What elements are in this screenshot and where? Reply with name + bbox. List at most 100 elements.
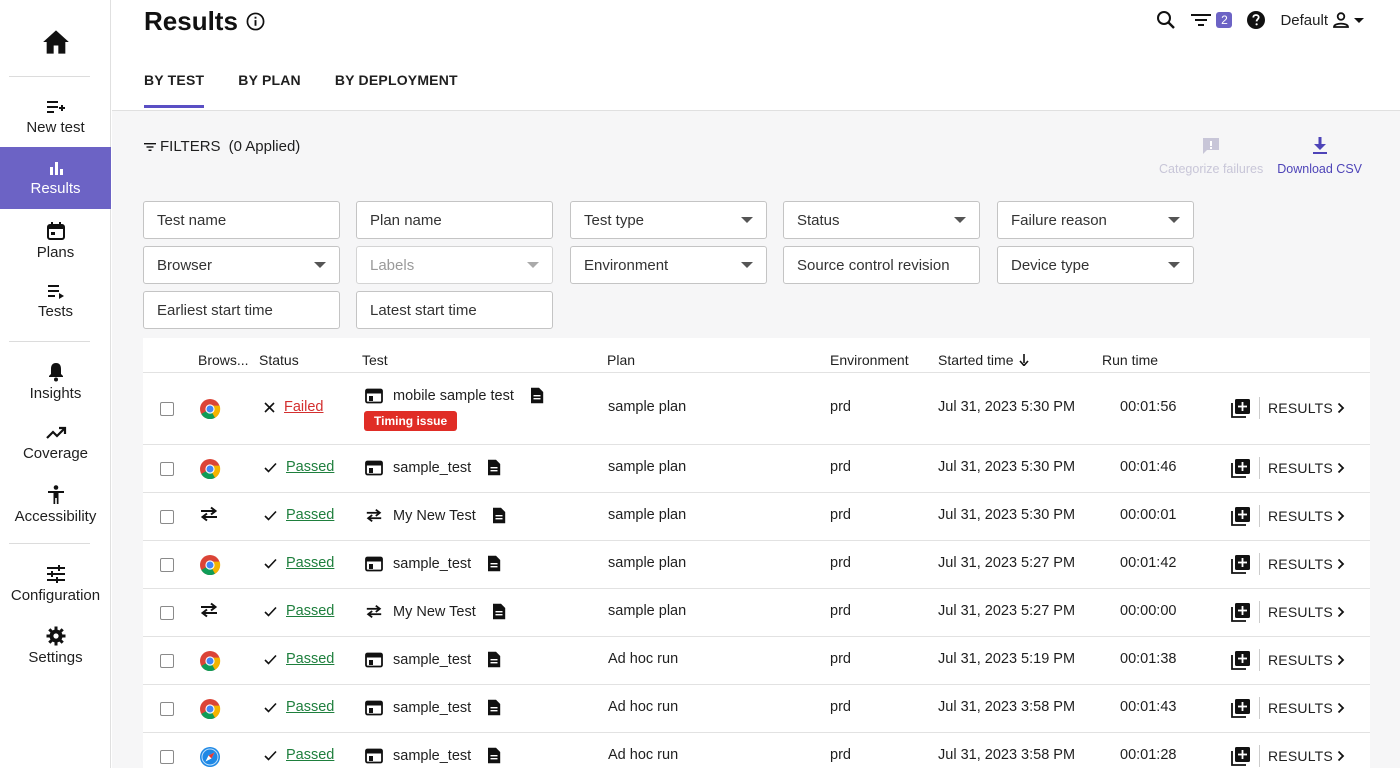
column-header-status[interactable]: Status <box>259 352 299 368</box>
status-link[interactable]: Passed <box>286 603 334 619</box>
sidebar-item-coverage[interactable]: Coverage <box>0 412 111 474</box>
table-row[interactable]: Failed mobile sample test Timing issue samp… <box>143 372 1370 444</box>
row-checkbox[interactable] <box>160 462 174 476</box>
row-checkbox[interactable] <box>160 558 174 572</box>
document-icon[interactable] <box>487 747 501 764</box>
table-row[interactable]: Passed sample_test Ad hoc run prd Jul 31, 20… <box>143 732 1370 768</box>
status-select[interactable]: Status <box>783 201 980 239</box>
test-name[interactable]: My New Test <box>393 508 476 524</box>
plan-cell[interactable]: sample plan <box>608 555 686 571</box>
sidebar-item-new-test[interactable]: New test <box>0 86 111 148</box>
add-box-icon[interactable] <box>1231 602 1251 622</box>
row-checkbox[interactable] <box>160 402 174 416</box>
device-type-select[interactable]: Device type <box>997 246 1194 284</box>
status-link[interactable]: Failed <box>284 399 324 415</box>
row-checkbox[interactable] <box>160 606 174 620</box>
add-box-icon[interactable] <box>1231 506 1251 526</box>
column-header-browser[interactable]: Brows... <box>198 352 249 368</box>
column-header-environment[interactable]: Environment <box>830 352 909 368</box>
tab-by-test[interactable]: BY TEST <box>144 72 205 108</box>
table-row[interactable]: Passed sample_test Ad hoc run prd Jul 31, 20… <box>143 684 1370 732</box>
plan-cell[interactable]: Ad hoc run <box>608 651 678 667</box>
results-button[interactable]: RESULTS <box>1268 400 1345 416</box>
add-box-icon[interactable] <box>1231 398 1251 418</box>
table-row[interactable]: Passed sample_test Ad hoc run prd Jul 31, 20… <box>143 636 1370 684</box>
sidebar-item-accessibility[interactable]: Accessibility <box>0 473 111 535</box>
home-button[interactable] <box>0 22 111 62</box>
browser-select[interactable]: Browser <box>143 246 340 284</box>
info-icon[interactable] <box>246 12 265 31</box>
row-checkbox[interactable] <box>160 702 174 716</box>
search-icon[interactable] <box>1156 10 1176 30</box>
test-type-select[interactable]: Test type <box>570 201 767 239</box>
document-icon[interactable] <box>492 603 506 620</box>
status-link[interactable]: Passed <box>286 699 334 715</box>
add-box-icon[interactable] <box>1231 698 1251 718</box>
environment-select[interactable]: Environment <box>570 246 767 284</box>
table-row[interactable]: Passed My New Test sample plan prd Jul 31, 2… <box>143 492 1370 540</box>
row-checkbox[interactable] <box>160 510 174 524</box>
tab-by-deployment[interactable]: BY DEPLOYMENT <box>335 72 458 108</box>
test-name[interactable]: sample_test <box>393 700 471 716</box>
document-icon[interactable] <box>530 387 544 404</box>
plan-name-input[interactable]: Plan name <box>356 201 553 239</box>
test-name[interactable]: sample_test <box>393 460 471 476</box>
sidebar-item-tests[interactable]: Tests <box>0 270 111 332</box>
table-row[interactable]: Passed sample_test sample plan prd Jul 31, 2… <box>143 444 1370 492</box>
document-icon[interactable] <box>487 651 501 668</box>
status-link[interactable]: Passed <box>286 747 334 763</box>
test-name[interactable]: sample_test <box>393 556 471 572</box>
column-header-test[interactable]: Test <box>362 352 388 368</box>
status-link[interactable]: Passed <box>286 651 334 667</box>
table-row[interactable]: Passed My New Test sample plan prd Jul 31, 2… <box>143 588 1370 636</box>
column-header-plan[interactable]: Plan <box>607 352 635 368</box>
sidebar-item-plans[interactable]: Plans <box>0 209 111 271</box>
document-icon[interactable] <box>492 507 506 524</box>
test-name[interactable]: sample_test <box>393 748 471 764</box>
document-icon[interactable] <box>487 555 501 572</box>
status-link[interactable]: Passed <box>286 459 334 475</box>
results-button[interactable]: RESULTS <box>1268 556 1345 572</box>
plan-cell[interactable]: sample plan <box>608 459 686 475</box>
row-checkbox[interactable] <box>160 654 174 668</box>
test-name[interactable]: sample_test <box>393 652 471 668</box>
sidebar-item-insights[interactable]: Insights <box>0 350 111 412</box>
help-icon[interactable] <box>1246 10 1266 30</box>
document-icon[interactable] <box>487 699 501 716</box>
sidebar-item-settings[interactable]: Settings <box>0 614 111 676</box>
results-button[interactable]: RESULTS <box>1268 508 1345 524</box>
earliest-start-input[interactable]: Earliest start time <box>143 291 340 329</box>
labels-select[interactable]: Labels <box>356 246 553 284</box>
status-link[interactable]: Passed <box>286 507 334 523</box>
results-button[interactable]: RESULTS <box>1268 748 1345 764</box>
column-header-runtime[interactable]: Run time <box>1102 352 1158 368</box>
results-button[interactable]: RESULTS <box>1268 460 1345 476</box>
row-checkbox[interactable] <box>160 750 174 764</box>
plan-cell[interactable]: sample plan <box>608 507 686 523</box>
filters-toggle[interactable]: FILTERS (0 Applied) <box>144 138 300 155</box>
sidebar-item-configuration[interactable]: Configuration <box>0 552 111 614</box>
user-menu[interactable]: Default <box>1280 11 1364 29</box>
plan-cell[interactable]: sample plan <box>608 399 686 415</box>
tab-by-plan[interactable]: BY PLAN <box>238 72 301 108</box>
failure-reason-select[interactable]: Failure reason <box>997 201 1194 239</box>
latest-start-input[interactable]: Latest start time <box>356 291 553 329</box>
table-row[interactable]: Passed sample_test sample plan prd Jul 31, 2… <box>143 540 1370 588</box>
add-box-icon[interactable] <box>1231 746 1251 766</box>
results-button[interactable]: RESULTS <box>1268 652 1345 668</box>
categorize-failures-button[interactable]: Categorize failures <box>1159 136 1263 176</box>
results-button[interactable]: RESULTS <box>1268 700 1345 716</box>
document-icon[interactable] <box>487 459 501 476</box>
plan-cell[interactable]: sample plan <box>608 603 686 619</box>
test-name[interactable]: My New Test <box>393 604 476 620</box>
test-name-input[interactable]: Test name <box>143 201 340 239</box>
add-box-icon[interactable] <box>1231 554 1251 574</box>
source-control-input[interactable]: Source control revision <box>783 246 980 284</box>
add-box-icon[interactable] <box>1231 650 1251 670</box>
download-csv-button[interactable]: Download CSV <box>1277 136 1362 176</box>
results-button[interactable]: RESULTS <box>1268 604 1345 620</box>
test-name[interactable]: mobile sample test <box>393 388 514 404</box>
add-box-icon[interactable] <box>1231 458 1251 478</box>
status-link[interactable]: Passed <box>286 555 334 571</box>
plan-cell[interactable]: Ad hoc run <box>608 747 678 763</box>
